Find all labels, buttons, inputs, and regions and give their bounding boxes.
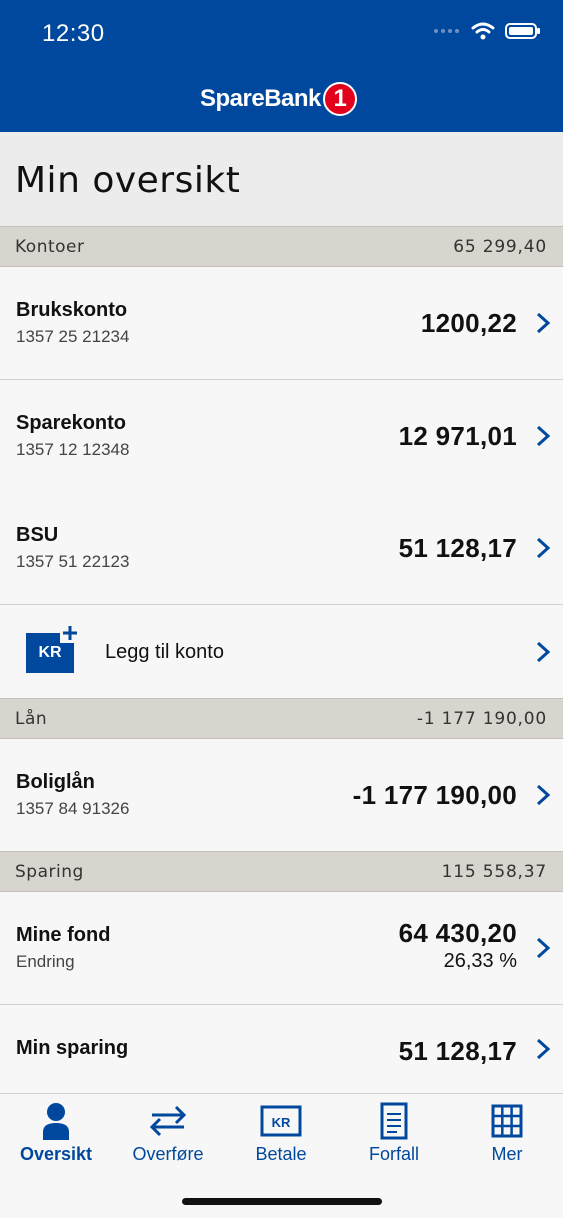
account-number: 1357 25 21234 bbox=[16, 327, 130, 346]
tab-betale[interactable]: KR Betale bbox=[225, 1102, 337, 1172]
kr-card-icon: KR bbox=[260, 1105, 302, 1137]
account-balance: 1200,22 bbox=[420, 308, 517, 338]
tab-forfall[interactable]: Forfall bbox=[338, 1102, 450, 1172]
account-name: BSU bbox=[16, 524, 59, 546]
brand-bar: SpareBank 1 bbox=[0, 70, 563, 132]
chevron-right-icon bbox=[536, 641, 551, 663]
status-bar: 12:30 bbox=[0, 0, 563, 70]
savings-row-min-sparing[interactable]: Min sparing 51 128,17 bbox=[0, 1005, 563, 1093]
account-row-brukskonto[interactable]: Brukskonto 1357 25 21234 1200,22 bbox=[0, 267, 563, 380]
account-balance: 12 971,01 bbox=[398, 421, 517, 451]
tab-label: Overføre bbox=[132, 1144, 204, 1164]
account-name: Sparekonto bbox=[16, 412, 127, 434]
tab-label: Oversikt bbox=[19, 1144, 93, 1164]
page-title: Min oversikt bbox=[15, 160, 241, 201]
grid-icon bbox=[491, 1104, 523, 1138]
section-total: 115 558,37 bbox=[441, 862, 547, 882]
tab-mer[interactable]: Mer bbox=[451, 1102, 563, 1172]
section-label: Lån bbox=[15, 709, 48, 729]
home-indicator[interactable] bbox=[182, 1198, 382, 1205]
chevron-right-icon bbox=[536, 937, 551, 959]
tab-label: Betale bbox=[255, 1144, 307, 1164]
loan-row-boliglan[interactable]: Boliglån 1357 84 91326 -1 177 190,00 bbox=[0, 739, 563, 852]
page-header: Min oversikt bbox=[0, 132, 563, 226]
chevron-right-icon bbox=[536, 537, 551, 559]
account-row-bsu[interactable]: BSU 1357 51 22123 51 128,17 bbox=[0, 492, 563, 605]
tab-label: Mer bbox=[491, 1144, 523, 1164]
section-header-kontoer: Kontoer 65 299,40 bbox=[0, 226, 563, 267]
status-icons bbox=[433, 22, 541, 40]
chevron-right-icon bbox=[536, 425, 551, 447]
wifi-icon bbox=[471, 22, 495, 40]
section-header-lan: Lån -1 177 190,00 bbox=[0, 698, 563, 739]
section-label: Sparing bbox=[15, 862, 84, 882]
chevron-right-icon bbox=[536, 784, 551, 806]
account-number: 1357 12 12348 bbox=[16, 440, 130, 459]
logo-badge: 1 bbox=[322, 82, 357, 116]
sparebank-logo: SpareBank 1 bbox=[200, 82, 357, 116]
account-row-sparekonto[interactable]: Sparekonto 1357 12 12348 12 971,01 bbox=[0, 380, 563, 493]
savings-sub-label: Endring bbox=[16, 952, 75, 971]
svg-text:KR: KR bbox=[272, 1115, 291, 1130]
section-total: 65 299,40 bbox=[453, 237, 547, 257]
tab-oversikt[interactable]: Oversikt bbox=[0, 1102, 112, 1172]
section-label: Kontoer bbox=[15, 237, 85, 257]
document-icon bbox=[380, 1102, 408, 1140]
section-total: -1 177 190,00 bbox=[416, 709, 547, 729]
savings-balance: 51 128,17 bbox=[398, 1036, 517, 1066]
savings-name: Mine fond bbox=[16, 924, 111, 946]
savings-name: Min sparing bbox=[16, 1037, 129, 1059]
tab-label: Forfall bbox=[368, 1144, 419, 1164]
savings-balance: 64 430,20 bbox=[398, 918, 517, 948]
add-account-row[interactable]: KR Legg til konto bbox=[0, 605, 563, 699]
transfer-icon bbox=[149, 1105, 187, 1137]
loan-balance: -1 177 190,00 bbox=[352, 780, 517, 810]
account-number: 1357 51 22123 bbox=[16, 552, 130, 571]
logo-text: SpareBank bbox=[200, 85, 321, 112]
chevron-right-icon bbox=[536, 312, 551, 334]
add-account-label: Legg til konto bbox=[105, 641, 224, 663]
account-balance: 51 128,17 bbox=[398, 533, 517, 563]
person-icon bbox=[43, 1103, 69, 1140]
loan-name: Boliglån bbox=[16, 771, 95, 793]
account-name: Brukskonto bbox=[16, 299, 128, 321]
savings-change: 26,33 % bbox=[443, 950, 517, 972]
signal-icon bbox=[434, 29, 459, 33]
tab-overfore[interactable]: Overføre bbox=[112, 1102, 224, 1172]
battery-icon bbox=[505, 23, 540, 39]
status-time: 12:30 bbox=[42, 20, 105, 47]
savings-row-mine-fond[interactable]: Mine fond Endring 64 430,20 26,33 % bbox=[0, 892, 563, 1005]
chevron-right-icon bbox=[536, 1038, 551, 1060]
plus-icon bbox=[60, 623, 80, 643]
loan-number: 1357 84 91326 bbox=[16, 799, 130, 818]
section-header-sparing: Sparing 115 558,37 bbox=[0, 851, 563, 892]
